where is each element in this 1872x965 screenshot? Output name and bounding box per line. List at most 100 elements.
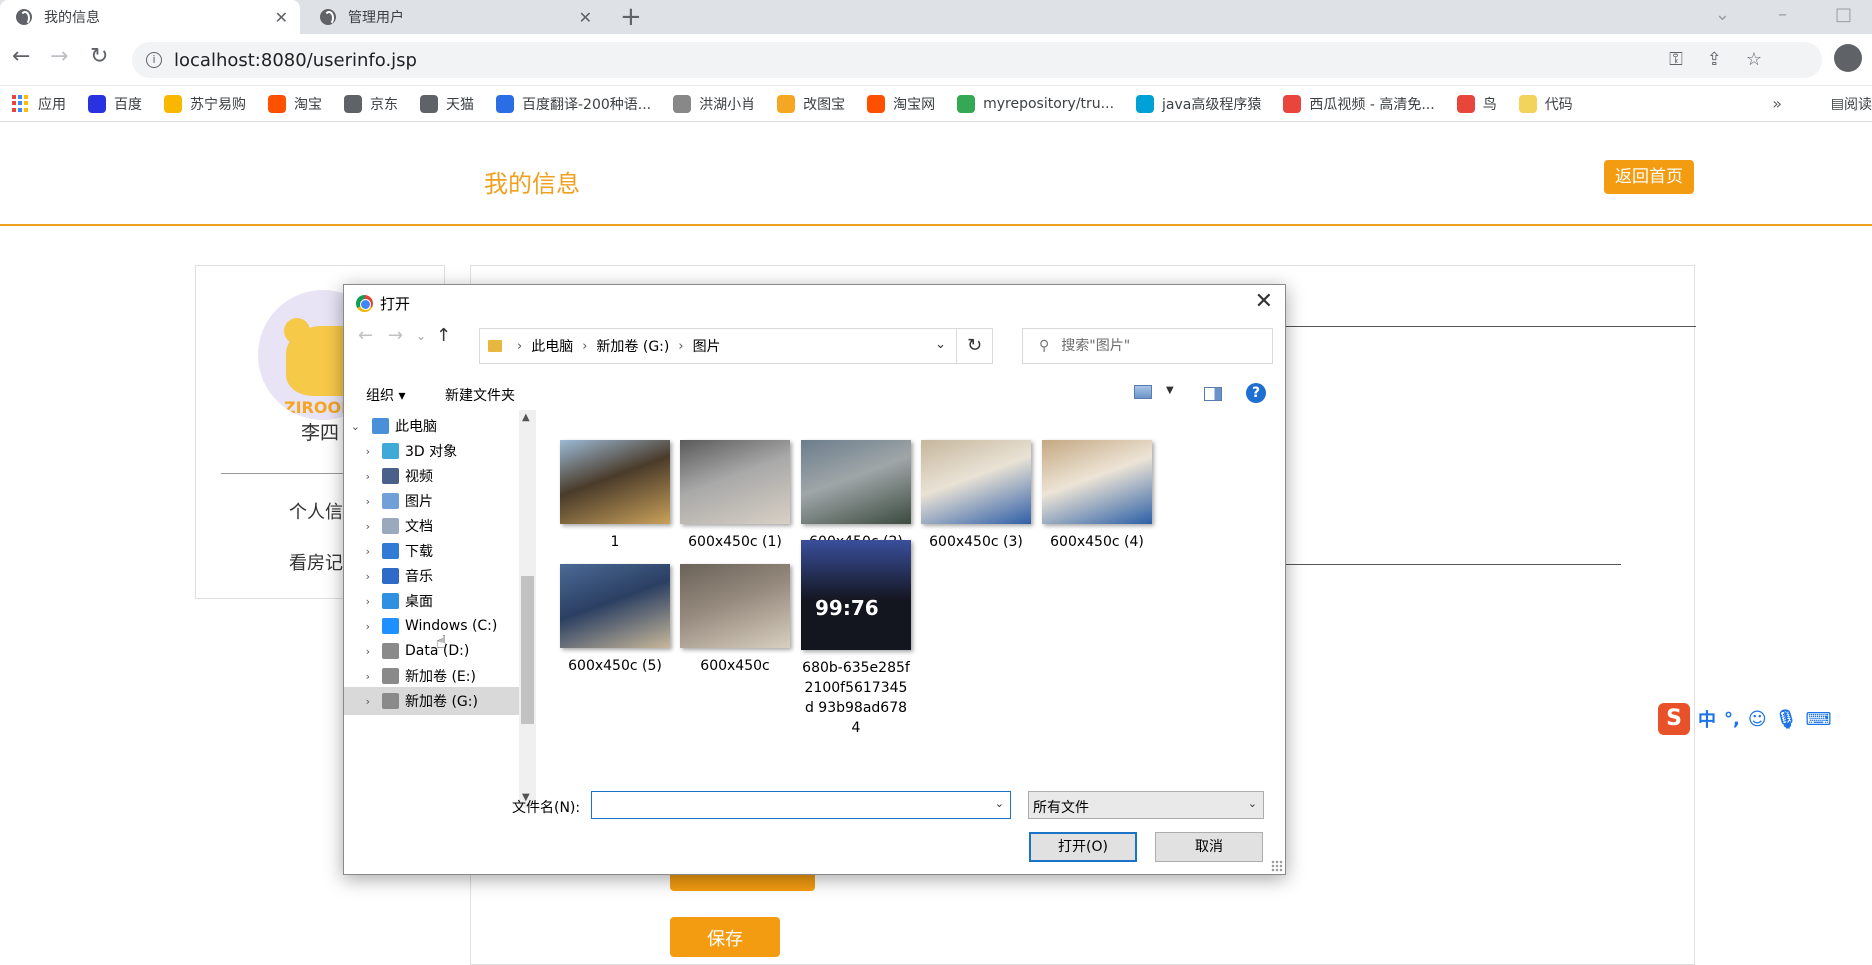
nav-item[interactable]: › 音乐 [344, 562, 519, 590]
cancel-button[interactable]: 取消 [1155, 832, 1263, 862]
breadcrumb-item[interactable]: 新加卷 (G:) [596, 336, 669, 356]
bookmarks-more-button[interactable]: » [1772, 94, 1782, 113]
chevron-right-icon[interactable]: › [678, 339, 683, 354]
nav-item[interactable]: › 新加卷 (G:) [344, 687, 519, 715]
file-item[interactable]: 600x450c (2) [791, 440, 921, 552]
chevron-down-icon[interactable]: ▼ [1166, 385, 1174, 396]
punctuation-icon[interactable]: °, [1724, 709, 1740, 730]
organize-menu[interactable]: 组织 ▾ [366, 385, 405, 405]
bookmark-item[interactable]: 改图宝 [777, 94, 845, 114]
chevron-down-icon[interactable]: ⌄ [935, 337, 946, 352]
emoji-icon[interactable]: ☺ [1748, 709, 1767, 730]
ime-mode[interactable]: 中 [1698, 706, 1716, 732]
up-arrow-icon[interactable]: ↑ [436, 325, 451, 346]
chevron-right-icon[interactable]: › [517, 339, 522, 354]
bookmark-item[interactable]: 百度翻译-200种语... [496, 94, 651, 114]
maximize-icon[interactable]: □ [1835, 4, 1852, 25]
open-button[interactable]: 打开(O) [1029, 832, 1137, 862]
nav-item[interactable]: › 桌面 [344, 587, 519, 615]
nav-item[interactable]: › Data (D:) [344, 637, 519, 665]
nav-item[interactable]: › 视频 [344, 462, 519, 490]
file-item[interactable]: 600x450c [670, 564, 800, 676]
nav-item[interactable]: › Windows (C:) [344, 612, 519, 640]
bookmark-item[interactable]: 应用 [12, 94, 66, 114]
back-arrow-icon[interactable]: ← [12, 44, 30, 69]
view-options-icon[interactable] [1134, 385, 1152, 399]
chevron-right-icon[interactable]: › [344, 470, 374, 483]
filename-combobox[interactable]: ⌄ [591, 791, 1011, 819]
search-input[interactable] [1061, 338, 1242, 354]
scrollbar[interactable]: ▲ ▼ [519, 410, 536, 808]
chevron-right-icon[interactable]: › [344, 495, 374, 508]
profile-avatar-icon[interactable] [1834, 44, 1862, 72]
chevron-down-icon[interactable]: ⌄ [1248, 797, 1257, 810]
file-item[interactable]: 1 [550, 440, 680, 552]
chevron-down-icon[interactable]: ⌄ [416, 329, 426, 343]
info-icon[interactable]: i [146, 52, 162, 68]
chevron-down-icon[interactable]: ⌄ [1715, 4, 1730, 25]
bookmark-item[interactable]: 百度 [88, 94, 142, 114]
filename-input[interactable] [596, 795, 986, 815]
minimize-icon[interactable]: – [1778, 4, 1787, 25]
keyboard-icon[interactable]: ⌨ [1805, 709, 1831, 730]
nav-item[interactable]: ⌄ 此电脑 [344, 412, 519, 440]
chevron-right-icon[interactable]: › [344, 545, 374, 558]
filetype-select[interactable]: 所有文件 ⌄ [1028, 791, 1264, 819]
reload-icon[interactable]: ↻ [90, 44, 108, 69]
file-item[interactable]: 600x450c (1) [670, 440, 800, 552]
chevron-right-icon[interactable]: › [344, 445, 374, 458]
bookmark-item[interactable]: 苏宁易购 [164, 94, 246, 114]
nav-item[interactable]: › 图片 [344, 487, 519, 515]
close-icon[interactable]: ✕ [579, 8, 592, 27]
scroll-up-icon[interactable]: ▲ [522, 412, 530, 423]
nav-item[interactable]: › 文档 [344, 512, 519, 540]
bookmark-item[interactable]: myrepository/tru... [957, 94, 1114, 113]
chevron-right-icon[interactable]: › [344, 520, 374, 533]
bookmark-item[interactable]: 西瓜视频 - 高清免... [1283, 94, 1435, 114]
bookmark-item[interactable]: 淘宝 [268, 94, 322, 114]
new-folder-button[interactable]: 新建文件夹 [445, 385, 515, 405]
forward-arrow-icon[interactable]: → [388, 325, 403, 346]
key-icon[interactable]: ⚿ [1669, 49, 1683, 70]
file-item[interactable]: 600x450c (5) [550, 564, 680, 676]
bookmark-item[interactable]: java高级程序猿 [1136, 94, 1261, 114]
preview-pane-icon[interactable] [1204, 387, 1222, 401]
bookmark-item[interactable]: 洪湖小肖 [673, 94, 755, 114]
close-icon[interactable]: ✕ [275, 8, 288, 27]
share-icon[interactable]: ⇪ [1707, 49, 1722, 70]
chevron-right-icon[interactable]: › [582, 339, 587, 354]
close-icon[interactable]: ✕ [1255, 289, 1273, 314]
resize-grip[interactable] [1271, 860, 1283, 872]
tab-my-info[interactable]: 我的信息 ✕ [0, 0, 300, 34]
chevron-right-icon[interactable]: › [344, 695, 374, 708]
refresh-button[interactable]: ↻ [957, 328, 993, 364]
bookmark-item[interactable]: 淘宝网 [867, 94, 935, 114]
chevron-right-icon[interactable]: › [344, 670, 374, 683]
tab-manage-users[interactable]: 管理用户 ✕ [304, 0, 604, 34]
folder-address-bar[interactable]: › 此电脑 › 新加卷 (G:) › 图片 ⌄ [479, 328, 957, 364]
star-icon[interactable]: ☆ [1746, 49, 1762, 70]
nav-item[interactable]: › 新加卷 (E:) [344, 662, 519, 690]
sogou-ime-icon[interactable]: S [1658, 703, 1690, 735]
new-tab-button[interactable]: + [620, 2, 642, 32]
file-item[interactable]: 600x450c (3) [911, 440, 1041, 552]
nav-item[interactable]: › 下载 [344, 537, 519, 565]
chevron-down-icon[interactable]: ⌄ [344, 420, 364, 433]
chevron-right-icon[interactable]: › [344, 570, 374, 583]
chevron-right-icon[interactable]: › [344, 595, 374, 608]
bookmark-item[interactable]: 代码 [1518, 94, 1573, 114]
bookmark-item[interactable]: 天猫 [420, 94, 474, 114]
search-box[interactable]: ⚲ [1022, 328, 1273, 364]
bookmark-item[interactable]: 鸟 [1456, 94, 1497, 114]
file-item[interactable]: 600x450c (4) [1032, 440, 1162, 552]
microphone-icon[interactable]: 🎙 [1775, 709, 1798, 730]
breadcrumb-item[interactable]: 此电脑 [531, 336, 573, 356]
help-icon[interactable]: ? [1246, 383, 1266, 403]
file-item[interactable]: 99:76 680b-635e285f 2100f5617345d 93b98ad… [791, 540, 921, 738]
back-arrow-icon[interactable]: ← [358, 325, 373, 346]
back-to-home-button[interactable]: 返回首页 [1604, 160, 1694, 194]
address-bar[interactable]: i localhost:8080/userinfo.jsp ⚿ ⇪ ☆ [132, 42, 1822, 78]
chevron-down-icon[interactable]: ⌄ [995, 797, 1004, 810]
bookmark-item[interactable]: 京东 [344, 94, 398, 114]
forward-arrow-icon[interactable]: → [50, 44, 68, 69]
